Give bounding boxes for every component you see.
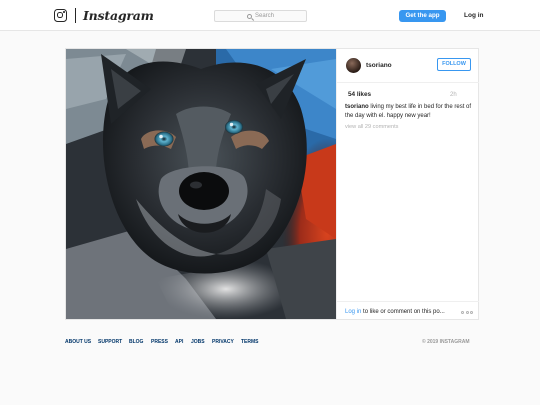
post-header: tsoriano FOLLOW (337, 49, 479, 83)
footer-link-blog[interactable]: BLOG (129, 338, 143, 346)
login-to-comment-link[interactable]: Log in (345, 309, 361, 315)
instagram-camera-icon[interactable] (54, 9, 67, 22)
footer-link-jobs[interactable]: JOBS (191, 338, 205, 346)
instagram-wordmark[interactable]: Instagram (83, 8, 154, 23)
post-caption: tsoriano living my best life in bed for … (345, 103, 473, 120)
logo-divider (75, 8, 76, 23)
search-placeholder: Search (255, 13, 275, 19)
search-input[interactable]: Search (214, 10, 307, 22)
get-the-app-button[interactable]: Get the app (399, 10, 446, 22)
post-sidebar: tsoriano FOLLOW 54 likes 2h tsoriano liv… (336, 49, 479, 319)
view-all-comments-link[interactable]: view all 29 comments (345, 123, 398, 131)
post-time: 2h (450, 92, 457, 98)
post-username[interactable]: tsoriano (366, 61, 392, 70)
camera-lens (57, 12, 63, 18)
post-card: tsoriano FOLLOW 54 likes 2h tsoriano liv… (65, 48, 479, 320)
caption-username[interactable]: tsoriano (345, 104, 369, 110)
footer-link-about-us[interactable]: ABOUT US (65, 338, 91, 346)
login-prompt: Log in to like or comment on this po... (345, 308, 445, 316)
post-photo[interactable] (66, 49, 336, 319)
footer-link-terms[interactable]: TERMS (241, 338, 259, 346)
search-icon (247, 13, 252, 19)
top-navigation-bar: Instagram Search Get the app Log in (0, 0, 540, 31)
avatar[interactable] (346, 58, 361, 73)
more-dot (470, 311, 473, 314)
more-dot (461, 311, 464, 314)
husky-dog-photo (66, 49, 336, 319)
footer-link-support[interactable]: SUPPORT (98, 338, 122, 346)
follow-button[interactable]: FOLLOW (437, 58, 471, 71)
login-link[interactable]: Log in (464, 11, 484, 21)
more-options-icon[interactable] (461, 311, 473, 314)
footer-link-api[interactable]: API (175, 338, 183, 346)
footer-link-privacy[interactable]: PRIVACY (212, 338, 234, 346)
likes-count[interactable]: 54 likes (348, 90, 371, 99)
login-prompt-text: to like or comment on this po... (361, 309, 445, 315)
footer-link-press[interactable]: PRESS (151, 338, 168, 346)
camera-flash-dot (63, 11, 65, 13)
copyright: © 2019 INSTAGRAM (422, 339, 470, 345)
more-dot (465, 311, 469, 314)
post-footer: Log in to like or comment on this po... (337, 301, 479, 319)
